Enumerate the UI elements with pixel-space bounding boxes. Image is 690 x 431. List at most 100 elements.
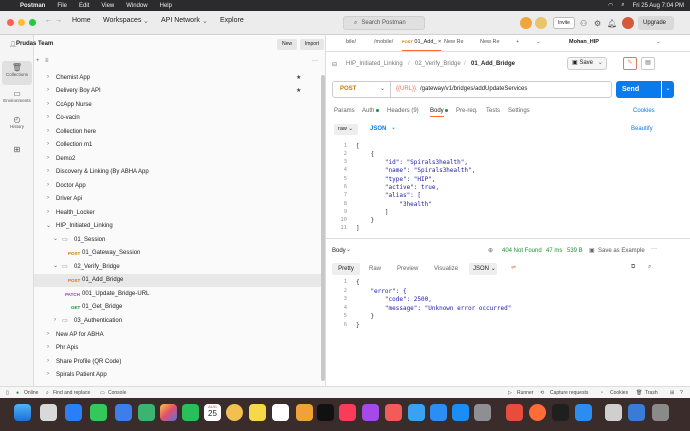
more-icon[interactable]: ··· bbox=[651, 246, 657, 252]
comment-icon[interactable]: ▤ bbox=[641, 57, 655, 70]
breadcrumb-folder[interactable]: 02_Verify_Bridge bbox=[415, 61, 461, 67]
status-code[interactable]: 404 Not Found bbox=[502, 248, 542, 254]
search-icon[interactable]: ⌕ bbox=[648, 264, 651, 271]
send-options-chevron-icon[interactable]: ⌄ bbox=[662, 81, 674, 98]
menu-edit[interactable]: Edit bbox=[79, 3, 89, 9]
trash-button[interactable]: Trash bbox=[645, 390, 658, 396]
mail-icon[interactable] bbox=[115, 404, 132, 421]
explore-link[interactable]: Explore bbox=[220, 17, 244, 24]
search-icon[interactable]: ⌕ bbox=[621, 2, 624, 9]
calendar-icon[interactable]: AUG 25 bbox=[204, 404, 221, 421]
console-button[interactable]: Console bbox=[108, 390, 126, 396]
method-select[interactable]: POST bbox=[340, 86, 356, 92]
workspaces-menu[interactable]: Workspaces bbox=[103, 17, 141, 24]
tab-prerequest[interactable]: Pre-req. bbox=[456, 108, 478, 114]
team-name[interactable]: Prudas Team bbox=[16, 41, 53, 47]
star-icon[interactable]: ★ bbox=[296, 87, 301, 94]
terminal-icon[interactable] bbox=[552, 404, 569, 421]
collection-item[interactable]: New AP for ABHA bbox=[56, 332, 104, 338]
collection-item[interactable]: Co-vacin bbox=[56, 115, 80, 121]
tab-headers[interactable]: Headers (9) bbox=[387, 108, 419, 114]
collection-item[interactable]: Delivery Boy API bbox=[56, 88, 101, 94]
collection-item[interactable]: Discovery & Linking (By ABHA App bbox=[56, 169, 149, 175]
layout-icon[interactable]: ▯ bbox=[6, 390, 9, 396]
request-item[interactable]: 01_Gateway_Session bbox=[82, 250, 140, 256]
collection-item[interactable]: Driver Api bbox=[56, 196, 82, 202]
tab[interactable]: New Re bbox=[444, 39, 464, 51]
new-tab-plus-icon[interactable]: + bbox=[516, 39, 519, 51]
tab-active[interactable]: POST 01_Add_ × bbox=[402, 39, 442, 51]
beautify-link[interactable]: Beautify bbox=[631, 126, 653, 132]
reminders-icon[interactable] bbox=[272, 404, 289, 421]
breadcrumb-collection[interactable]: HIP_Initiated_Linking bbox=[346, 61, 403, 67]
safari-icon[interactable] bbox=[65, 404, 82, 421]
launchpad-icon[interactable] bbox=[40, 404, 57, 421]
rail-collections[interactable]: 🗑︎ Collections bbox=[2, 61, 32, 85]
collection-item[interactable]: Collection m1 bbox=[56, 142, 92, 148]
chevron-down-icon[interactable]: ⌄ bbox=[380, 85, 385, 92]
wrap-lines-icon[interactable]: ⇌ bbox=[511, 264, 516, 271]
bell-icon[interactable]: 🔔︎ bbox=[607, 19, 617, 28]
response-format-select[interactable]: JSON ⌄ bbox=[469, 263, 497, 275]
home-link[interactable]: Home bbox=[72, 17, 91, 24]
minimize-window-button[interactable] bbox=[18, 19, 25, 26]
invite-button[interactable]: Invite bbox=[553, 17, 575, 29]
copy-icon[interactable]: ⧉ bbox=[631, 264, 635, 271]
tab[interactable]: bile/ bbox=[346, 39, 356, 51]
close-icon[interactable]: × bbox=[438, 39, 441, 45]
messages-icon[interactable] bbox=[90, 404, 107, 421]
settings-icon[interactable]: ⚙ bbox=[594, 19, 601, 28]
search-box[interactable]: ⌕ Search Postman bbox=[343, 16, 425, 30]
response-size[interactable]: 539 B bbox=[567, 248, 583, 254]
response-label[interactable]: Body bbox=[332, 248, 346, 254]
star-icon[interactable]: ★ bbox=[296, 74, 301, 81]
trash-icon[interactable] bbox=[652, 404, 669, 421]
close-window-button[interactable] bbox=[7, 19, 14, 26]
online-status[interactable]: Online bbox=[24, 390, 38, 396]
tab[interactable]: New Re bbox=[480, 39, 500, 51]
request-item[interactable]: 01_Get_Bridge bbox=[82, 304, 122, 310]
save-button[interactable]: ▣ Save ⌄ bbox=[567, 57, 607, 70]
collection-item[interactable]: Health_Locker bbox=[56, 210, 95, 216]
avatar[interactable] bbox=[622, 17, 634, 29]
tabs-menu-icon[interactable]: ⌄ bbox=[536, 39, 541, 51]
avatar[interactable] bbox=[535, 17, 547, 29]
forward-arrow-icon[interactable]: → bbox=[55, 17, 62, 24]
folder-item[interactable]: 03_Authentication bbox=[74, 318, 122, 324]
more-icon[interactable]: ··· bbox=[312, 58, 318, 64]
maps-icon[interactable] bbox=[138, 404, 155, 421]
menu-window[interactable]: Window bbox=[126, 3, 147, 9]
api-network-menu[interactable]: API Network bbox=[161, 17, 200, 24]
environment-selector[interactable]: Mohan_HIP bbox=[569, 39, 599, 51]
collection-item[interactable]: Phr Apis bbox=[56, 345, 78, 351]
photos-icon[interactable] bbox=[160, 404, 177, 421]
new-button[interactable]: New bbox=[277, 39, 297, 50]
rail-environments[interactable]: ▭ Environments bbox=[2, 87, 32, 111]
tab-visualize[interactable]: Visualize bbox=[434, 266, 458, 272]
rail-more[interactable]: ⊞ bbox=[2, 143, 32, 167]
system-settings-icon[interactable] bbox=[474, 404, 491, 421]
filter-icon[interactable]: ≡ bbox=[45, 58, 49, 64]
request-item-selected[interactable]: 01_Add_Bridge bbox=[82, 277, 123, 283]
tab-params[interactable]: Params bbox=[334, 108, 355, 114]
files-icon[interactable] bbox=[296, 404, 313, 421]
folder-icon[interactable] bbox=[628, 404, 645, 421]
chevron-down-icon[interactable]: ⌄ bbox=[656, 39, 661, 51]
send-button[interactable]: Send bbox=[616, 81, 661, 98]
notes-icon[interactable] bbox=[249, 404, 266, 421]
url-input[interactable]: /gateway/v1/bridges/addUpdateServices bbox=[420, 86, 527, 92]
collection-item[interactable]: Collection here bbox=[56, 129, 96, 135]
scrollbar[interactable] bbox=[321, 75, 325, 381]
podcasts-icon[interactable] bbox=[362, 404, 379, 421]
menu-app[interactable]: Postman bbox=[20, 3, 45, 9]
cookies-button[interactable]: Cookies bbox=[610, 390, 628, 396]
news-icon[interactable] bbox=[385, 404, 402, 421]
body-type-select[interactable]: raw ⌄ bbox=[334, 124, 358, 135]
menu-view[interactable]: View bbox=[101, 3, 114, 9]
chrome-icon[interactable] bbox=[226, 404, 243, 421]
chevron-down-icon[interactable]: ⌄ bbox=[391, 124, 396, 131]
tab[interactable]: /mobile/ bbox=[374, 39, 393, 51]
tab-auth[interactable]: Auth bbox=[362, 108, 374, 114]
collection-item[interactable]: Chemist App bbox=[56, 75, 90, 81]
collection-item[interactable]: Doctor App bbox=[56, 183, 86, 189]
